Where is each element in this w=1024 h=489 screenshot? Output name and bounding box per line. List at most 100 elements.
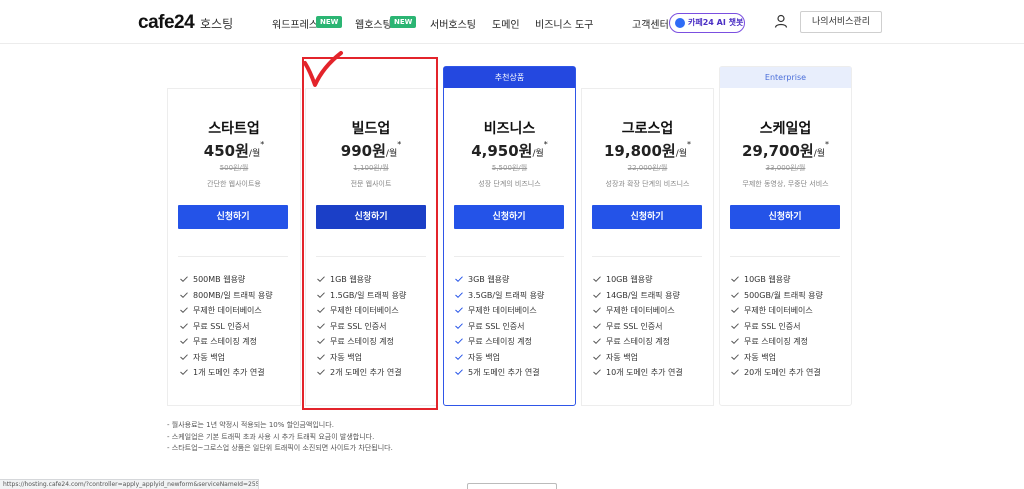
plan-description: 무제한 동영상, 무중단 서비스 xyxy=(742,180,829,188)
nav-domain[interactable]: 도메인 xyxy=(492,16,520,31)
chat-bubble-icon xyxy=(675,18,685,28)
annotation-highlight-box xyxy=(302,57,438,410)
nav-wordpress[interactable]: 워드프레스 xyxy=(272,16,318,31)
check-icon xyxy=(455,353,463,360)
check-icon xyxy=(593,338,601,344)
plan-original-price: 22,000원/월 xyxy=(627,164,668,172)
annotation-checkmark-icon xyxy=(303,51,343,87)
check-icon xyxy=(180,291,188,298)
check-icon xyxy=(731,307,739,313)
note-line: - 스타트업~그로스업 상품은 일단위 트래픽이 소진되면 사이트가 차단됩니다… xyxy=(167,444,393,452)
feature-item: 500MB 웹용량 xyxy=(180,274,273,290)
check-icon xyxy=(455,322,463,329)
check-icon xyxy=(455,307,463,313)
feature-item: 20개 도메인 추가 연결 xyxy=(731,367,823,383)
plan-description: 간단한 웹사이트용 xyxy=(207,180,261,188)
feature-item: 10GB 웹용량 xyxy=(593,274,683,290)
check-icon xyxy=(731,276,739,282)
feature-item: 무제한 데이터베이스 xyxy=(593,305,683,321)
check-icon xyxy=(593,307,601,313)
feature-item: 500GB/월 트래픽 용량 xyxy=(731,290,823,306)
user-icon[interactable] xyxy=(774,14,788,28)
feature-item: 무제한 데이터베이스 xyxy=(731,305,823,321)
nav-web-hosting[interactable]: 웹호스팅 xyxy=(355,16,392,31)
apply-button-scaleup[interactable]: 신청하기 xyxy=(730,205,840,229)
check-icon xyxy=(180,322,188,329)
check-icon xyxy=(731,369,739,375)
plan-name: 스타트업 xyxy=(208,121,260,137)
apply-button-growthup[interactable]: 신청하기 xyxy=(592,205,702,229)
nav-customer-center[interactable]: 고객센터 xyxy=(632,16,669,31)
apply-button-business[interactable]: 신청하기 xyxy=(454,205,564,229)
feature-item: 1개 도메인 추가 연결 xyxy=(180,367,273,383)
plan-price: 450원/월* xyxy=(203,140,265,160)
site-header: cafe24 호스팅 워드프레스 NEW 웹호스팅 NEW 서버호스팅 도메인 … xyxy=(0,0,1024,44)
ai-chatbot-label: 카페24 AI 챗봇 xyxy=(688,18,744,27)
pricing-notes: - 월사용료는 1년 약정시 적용되는 10% 할인금액입니다. - 스케일업은… xyxy=(167,420,393,455)
feature-item: 무제한 데이터베이스 xyxy=(455,305,544,321)
enterprise-tag: Enterprise xyxy=(720,67,851,88)
plan-price: 19,800원/월* xyxy=(604,140,691,160)
plan-price: 4,950원/월* xyxy=(471,140,548,160)
check-icon xyxy=(455,369,463,375)
feature-item: 무료 스테이징 계정 xyxy=(180,336,273,352)
plan-description: 성장 단계의 비즈니스 xyxy=(478,180,541,188)
cafe24-logo[interactable]: cafe24 xyxy=(138,12,195,34)
new-badge: NEW xyxy=(316,16,343,28)
check-icon xyxy=(455,276,463,282)
feature-item: 3GB 웹용량 xyxy=(455,274,544,290)
browser-status-url: https://hosting.cafe24.com/?controller=a… xyxy=(0,479,259,489)
plan-name: 비즈니스 xyxy=(483,121,536,137)
feature-item: 자동 백업 xyxy=(180,352,273,368)
feature-list: 3GB 웹용량 3.5GB/일 트래픽 용량 무제한 데이터베이스 무료 SSL… xyxy=(455,274,544,383)
feature-list: 10GB 웹용량 14GB/일 트래픽 용량 무제한 데이터베이스 무료 SSL… xyxy=(593,274,683,383)
plan-name: 그로스업 xyxy=(621,121,674,137)
check-icon xyxy=(593,369,601,375)
ai-chatbot-button[interactable]: 카페24 AI 챗봇 xyxy=(669,13,745,33)
check-icon xyxy=(180,338,188,344)
check-icon xyxy=(731,338,739,344)
check-icon xyxy=(731,291,739,298)
check-icon xyxy=(180,353,188,360)
check-icon xyxy=(593,322,601,329)
apply-button-startup[interactable]: 신청하기 xyxy=(178,205,288,229)
plan-price: 29,700원/월* xyxy=(742,140,829,160)
nav-business-tools[interactable]: 비즈니스 도구 xyxy=(535,16,593,31)
feature-item: 자동 백업 xyxy=(455,352,544,368)
plan-description: 성장과 확장 단계의 비즈니스 xyxy=(605,180,690,188)
feature-item: 자동 백업 xyxy=(593,352,683,368)
check-icon xyxy=(455,291,463,298)
feature-item: 무료 SSL 인증서 xyxy=(593,321,683,337)
new-badge: NEW xyxy=(390,16,417,28)
floating-panel-edge xyxy=(467,483,557,489)
plan-divider xyxy=(592,256,702,257)
check-icon xyxy=(593,353,601,360)
nav-server-hosting[interactable]: 서버호스팅 xyxy=(430,16,476,31)
plan-divider xyxy=(730,256,840,257)
feature-item: 무료 스테이징 계정 xyxy=(731,336,823,352)
feature-item: 3.5GB/일 트래픽 용량 xyxy=(455,290,544,306)
feature-item: 무료 SSL 인증서 xyxy=(455,321,544,337)
plan-divider xyxy=(454,256,564,257)
note-line: - 스케일업은 기본 트래픽 초과 사용 시 추가 트래픽 요금이 발생합니다. xyxy=(167,432,375,441)
recommended-tag: 추천상품 xyxy=(444,67,575,88)
check-icon xyxy=(180,307,188,313)
check-icon xyxy=(593,276,601,282)
check-icon xyxy=(593,291,601,298)
plan-original-price: 500원/월 xyxy=(219,164,249,172)
plan-original-price: 33,000원/월 xyxy=(765,164,806,172)
feature-item: 무료 스테이징 계정 xyxy=(593,336,683,352)
feature-item: 800MB/일 트래픽 용량 xyxy=(180,290,273,306)
feature-item: 14GB/일 트래픽 용량 xyxy=(593,290,683,306)
feature-item: 무료 SSL 인증서 xyxy=(731,321,823,337)
feature-item: 무료 스테이징 계정 xyxy=(455,336,544,352)
feature-item: 10개 도메인 추가 연결 xyxy=(593,367,683,383)
feature-item: 무료 SSL 인증서 xyxy=(180,321,273,337)
feature-list: 500MB 웹용량 800MB/일 트래픽 용량 무제한 데이터베이스 무료 S… xyxy=(180,274,273,383)
my-service-button[interactable]: 나의서비스관리 xyxy=(800,11,882,33)
logo-subtitle[interactable]: 호스팅 xyxy=(200,15,233,32)
check-icon xyxy=(180,276,188,282)
feature-item: 자동 백업 xyxy=(731,352,823,368)
note-line: - 월사용료는 1년 약정시 적용되는 10% 할인금액입니다. xyxy=(167,421,334,429)
check-icon xyxy=(180,369,188,375)
